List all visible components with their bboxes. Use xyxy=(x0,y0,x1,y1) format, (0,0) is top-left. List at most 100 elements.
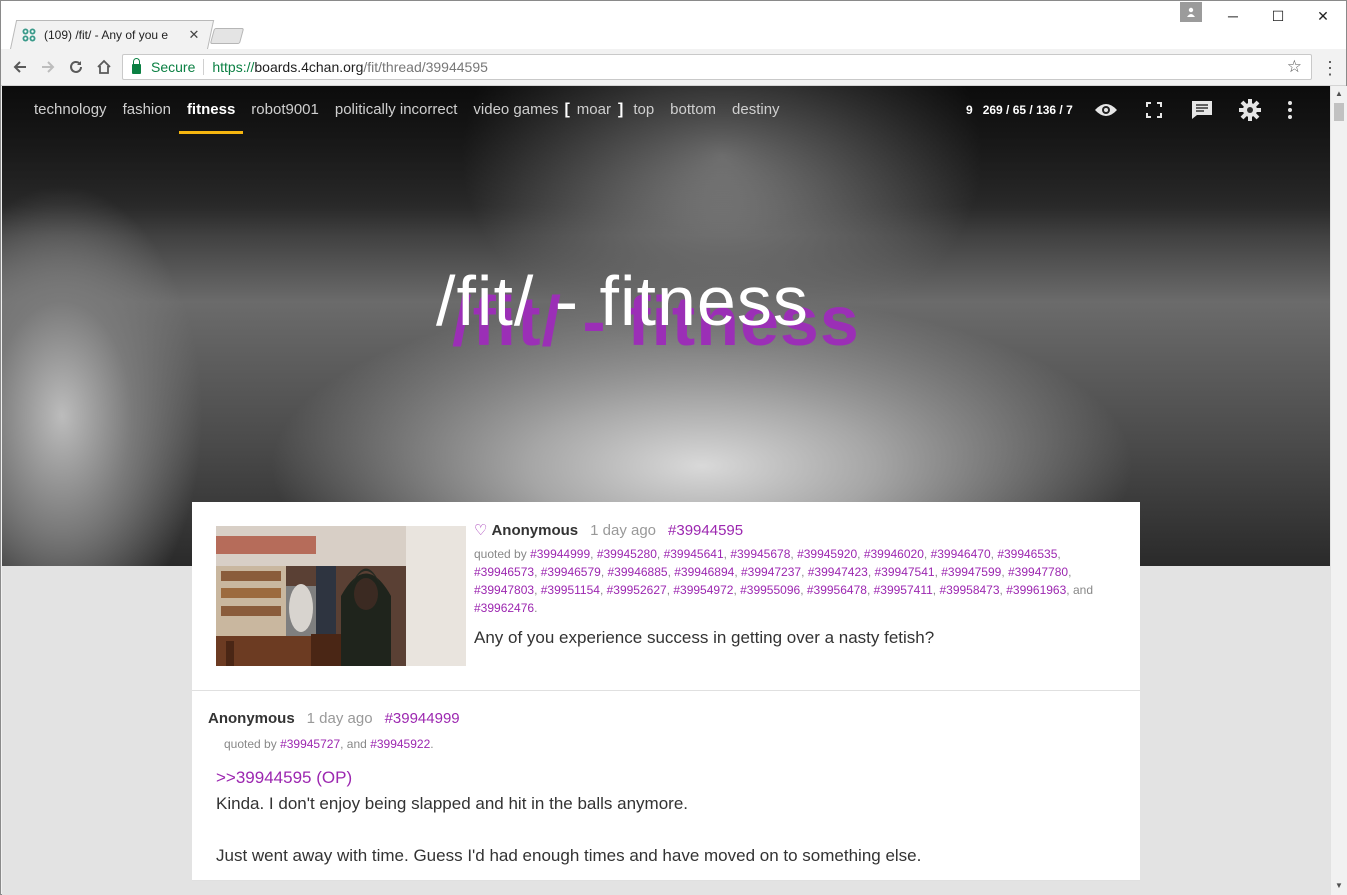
url-scheme: https:// xyxy=(212,59,255,75)
minimize-button[interactable]: ─ xyxy=(1210,1,1256,31)
tab-title: (109) /fit/ - Any of you e xyxy=(44,27,169,42)
back-icon[interactable] xyxy=(8,55,32,79)
nav-link-politically-incorrect[interactable]: politically incorrect xyxy=(327,86,466,134)
quote-ref-link[interactable]: #39947541 xyxy=(875,565,935,579)
close-window-button[interactable]: ✕ xyxy=(1300,1,1346,31)
quoted-and: , and xyxy=(1066,583,1093,597)
quote-ref-link[interactable]: #39946573 xyxy=(474,565,534,579)
browser-toolbar: Secure https:// boards.4chan.org /fit/th… xyxy=(1,49,1346,86)
quote-ref-link[interactable]: #39952627 xyxy=(607,583,667,597)
nav-link-video-games[interactable]: video games xyxy=(465,86,562,134)
more-vert-icon[interactable] xyxy=(1277,98,1303,122)
quote-ref-link[interactable]: #39945727 xyxy=(280,737,340,751)
quote-ref-link[interactable]: #39946885 xyxy=(608,565,668,579)
reload-icon[interactable] xyxy=(64,55,88,79)
reply-post: Anonymous 1 day ago #39944999 quoted by … xyxy=(192,691,1140,881)
reply-author: Anonymous xyxy=(208,710,295,727)
quote-ref-link[interactable]: #39947803 xyxy=(474,583,534,597)
board-navbar: technology fashion fitness robot9001 pol… xyxy=(2,86,1330,134)
tab-close-icon[interactable]: ✕ xyxy=(187,27,201,43)
op-meta: ♡ Anonymous 1 day ago #39944595 xyxy=(474,521,743,540)
forward-icon[interactable] xyxy=(36,55,60,79)
nav-link-technology[interactable]: technology xyxy=(26,86,115,134)
bookmark-star-icon[interactable]: ☆ xyxy=(1287,57,1302,77)
reply-line-1: Kinda. I don't enjoy being slapped and h… xyxy=(216,794,689,813)
tab-strip: (109) /fit/ - Any of you e ✕ ─ ☐ ✕ xyxy=(1,1,1346,49)
reply-post-id[interactable]: #39944999 xyxy=(385,710,460,727)
home-icon[interactable] xyxy=(92,55,116,79)
board-banner-image: technology fashion fitness robot9001 pol… xyxy=(2,86,1330,566)
nav-link-moar[interactable]: moar xyxy=(572,86,616,134)
maximize-button[interactable]: ☐ xyxy=(1255,1,1301,31)
op-timestamp: 1 day ago xyxy=(590,521,657,539)
browser-menu-icon[interactable]: ⋮ xyxy=(1321,57,1339,79)
profile-avatar-icon[interactable] xyxy=(1180,2,1202,22)
quote-ref-link[interactable]: #39946020 xyxy=(864,547,924,561)
scroll-up-icon[interactable]: ▲ xyxy=(1335,89,1343,98)
secure-label: Secure xyxy=(151,59,196,75)
quote-ref-link[interactable]: #39945641 xyxy=(664,547,724,561)
quote-ref-link[interactable]: #39958473 xyxy=(939,583,999,597)
quote-ref-link[interactable]: #39955096 xyxy=(740,583,800,597)
quoted-by-label: quoted by xyxy=(224,737,277,751)
quote-ref-link[interactable]: #39946470 xyxy=(931,547,991,561)
comment-icon[interactable] xyxy=(1189,98,1215,122)
quote-ref-link[interactable]: #39951154 xyxy=(541,583,600,597)
favicon-icon xyxy=(21,27,37,43)
quote-ref-link[interactable]: #39962476 xyxy=(474,601,534,615)
settings-icon[interactable] xyxy=(1237,98,1263,122)
quote-ref-link[interactable]: #39957411 xyxy=(874,583,933,597)
vertical-scrollbar[interactable]: ▲ ▼ xyxy=(1330,86,1347,895)
scrollbar-thumb[interactable] xyxy=(1334,103,1344,121)
stats-count: 9 xyxy=(966,103,973,117)
quote-ref-link[interactable]: #39954972 xyxy=(673,583,733,597)
nav-link-top[interactable]: top xyxy=(625,86,662,134)
board-title: /fit/ - fitness xyxy=(436,262,809,340)
nav-link-bottom[interactable]: bottom xyxy=(662,86,724,134)
op-image-thumbnail[interactable] xyxy=(216,526,466,666)
page-viewport: technology fashion fitness robot9001 pol… xyxy=(2,86,1330,895)
reply-quoted-by: quoted by #39945727, and #39945922. xyxy=(224,737,434,751)
favorite-heart-icon[interactable]: ♡ xyxy=(474,521,487,539)
op-post: ♡ Anonymous 1 day ago #39944595 quoted b… xyxy=(192,502,1140,691)
quote-ref-link[interactable]: #39956478 xyxy=(807,583,867,597)
quote-ref-link[interactable]: #39944999 xyxy=(530,547,590,561)
quote-ref-link[interactable]: #39947237 xyxy=(741,565,801,579)
nav-link-robot9001[interactable]: robot9001 xyxy=(243,86,327,134)
quote-ref-link[interactable]: #39946579 xyxy=(541,565,601,579)
scroll-down-icon[interactable]: ▼ xyxy=(1335,881,1343,890)
quote-ref-link[interactable]: #39946535 xyxy=(997,547,1057,561)
stats-values: 269 / 65 / 136 / 7 xyxy=(982,103,1073,117)
quote-ref-link[interactable]: #39947423 xyxy=(808,565,868,579)
op-post-id[interactable]: #39944595 xyxy=(668,522,743,539)
reply-timestamp: 1 day ago xyxy=(306,710,373,727)
moar-bracket-open: [ xyxy=(564,101,570,118)
nav-link-destiny[interactable]: destiny xyxy=(724,86,788,134)
fullscreen-icon[interactable] xyxy=(1141,98,1167,122)
op-body: Any of you experience success in getting… xyxy=(474,628,935,647)
quoted-and: , and xyxy=(340,737,367,751)
new-tab-button[interactable] xyxy=(209,28,245,44)
url-path: /fit/thread/39944595 xyxy=(363,59,488,75)
board-title-wrap: /fit/ - fitness /fit/ - fitness xyxy=(2,261,1330,371)
nav-link-fashion[interactable]: fashion xyxy=(115,86,179,134)
nav-link-fitness[interactable]: fitness xyxy=(178,86,244,134)
reply-meta: Anonymous 1 day ago #39944999 xyxy=(208,710,460,727)
browser-window: (109) /fit/ - Any of you e ✕ ─ ☐ ✕ Secur… xyxy=(0,0,1347,895)
quote-ref-link[interactable]: #39945920 xyxy=(797,547,857,561)
quoted-by-label: quoted by xyxy=(474,547,527,561)
quote-ref-link[interactable]: #39946894 xyxy=(674,565,734,579)
quote-ref-link[interactable]: #39947599 xyxy=(941,565,1001,579)
quote-ref-link[interactable]: #39945678 xyxy=(730,547,790,561)
quote-ref-link[interactable]: #39961963 xyxy=(1006,583,1066,597)
quote-ref-link[interactable]: #39947780 xyxy=(1008,565,1068,579)
lock-icon xyxy=(132,57,141,74)
address-bar[interactable]: Secure https:// boards.4chan.org /fit/th… xyxy=(122,54,1312,80)
thread-stats: 9 269 / 65 / 136 / 7 xyxy=(966,86,1073,134)
browser-tab[interactable]: (109) /fit/ - Any of you e ✕ xyxy=(21,20,201,49)
eye-icon[interactable] xyxy=(1093,98,1119,122)
quote-ref-link[interactable]: #39945280 xyxy=(597,547,657,561)
reply-body: >>39944595 (OP) Kinda. I don't enjoy bei… xyxy=(216,765,921,869)
op-quote-link[interactable]: >>39944595 (OP) xyxy=(216,765,921,791)
quote-ref-link[interactable]: #39945922 xyxy=(370,737,430,751)
